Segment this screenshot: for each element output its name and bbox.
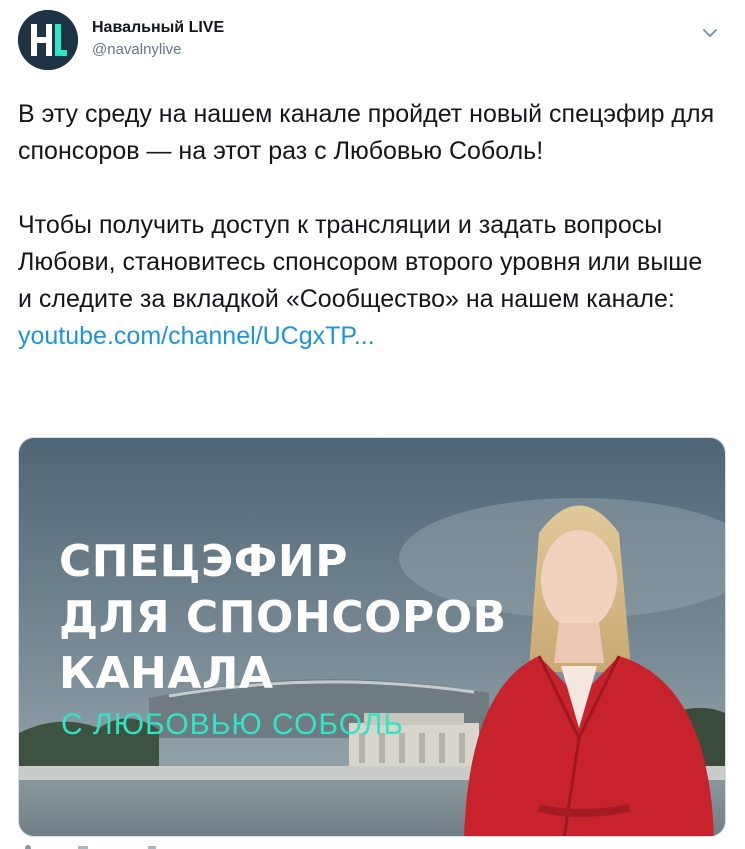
author-display-name[interactable]: Навальный LIVE bbox=[92, 18, 224, 38]
tweet-paragraph-1: В эту среду на нашем канале пройдет новы… bbox=[18, 100, 715, 165]
media-title-line-1: СПЕЦЭФИР bbox=[59, 536, 348, 587]
tweet-card: Навальный LIVE @navalnylive В эту среду … bbox=[0, 0, 745, 849]
tweet-paragraph-2: Чтобы получить доступ к трансляции и зад… bbox=[18, 207, 718, 355]
media-title: СПЕЦЭФИР ДЛЯ СПОНСОРОВ КАНАЛА bbox=[59, 534, 507, 702]
media-subtitle: С ЛЮБОВЬЮ СОБОЛЬ bbox=[61, 708, 405, 741]
cropped-footer-icons bbox=[25, 845, 156, 849]
tweet-media-image[interactable]: СПЕЦЭФИР ДЛЯ СПОНСОРОВ КАНАЛА С ЛЮБОВЬЮ … bbox=[18, 437, 726, 837]
avatar-logo bbox=[18, 10, 78, 70]
avatar[interactable] bbox=[18, 10, 78, 70]
tweet-text: В эту среду на нашем канале пройдет новы… bbox=[18, 96, 718, 355]
tweet-header: Навальный LIVE @navalnylive bbox=[18, 10, 729, 74]
author-names: Навальный LIVE @navalnylive bbox=[92, 18, 224, 60]
tweet-paragraph-2-text: Чтобы получить доступ к трансляции и зад… bbox=[18, 211, 703, 313]
chevron-down-icon[interactable] bbox=[699, 22, 721, 44]
author-handle[interactable]: @navalnylive bbox=[92, 40, 224, 60]
media-title-line-2: ДЛЯ СПОНСОРОВ bbox=[59, 592, 507, 643]
tweet-link[interactable]: youtube.com/channel/UCgxTP... bbox=[18, 318, 375, 355]
media-title-line-3: КАНАЛА bbox=[59, 648, 274, 699]
